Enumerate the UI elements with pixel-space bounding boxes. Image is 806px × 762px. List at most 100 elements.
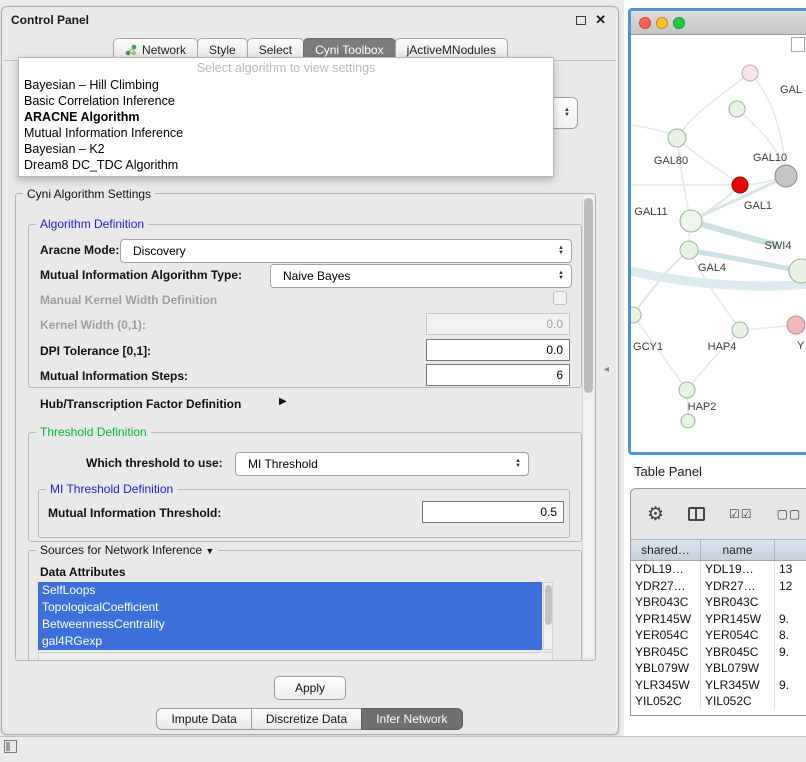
zoom-traffic-light[interactable] (673, 17, 685, 29)
table-row[interactable]: YBR043CYBR043C (631, 594, 806, 611)
network-canvas[interactable]: GAL GAL80 GAL10 GAL11 GAL1 SWI4 GAL4 GCY… (631, 35, 806, 453)
mi-type-select[interactable]: Naive Bayes ▲▼ (270, 264, 572, 288)
column-header-name[interactable]: name (701, 540, 775, 560)
settings-group-title: Cyni Algorithm Settings (23, 187, 155, 201)
popup-item[interactable]: Mutual Information Inference (19, 125, 553, 141)
network-node[interactable] (789, 259, 806, 283)
network-icon (125, 44, 137, 56)
network-node-gal4[interactable] (680, 241, 698, 259)
network-node-gal1[interactable] (680, 210, 702, 232)
node-label: GAL10 (753, 152, 787, 164)
scrollbar-corner (791, 37, 805, 52)
popup-item[interactable]: Basic Correlation Inference (19, 93, 553, 109)
gear-icon[interactable]: ⚙ (647, 505, 664, 524)
scrollbar-thumb[interactable] (584, 198, 593, 393)
network-node[interactable] (729, 101, 745, 117)
scrollbar-thumb[interactable] (545, 585, 552, 625)
popup-item[interactable]: Bayesian – K2 (19, 141, 553, 157)
column-header-shared-name[interactable]: shared… (631, 540, 701, 560)
node-label: GAL1 (744, 200, 772, 212)
tab-discretize-data[interactable]: Discretize Data (251, 708, 362, 730)
table-header: shared… name (631, 539, 806, 561)
combo-stepper-icon: ▲▼ (558, 246, 564, 256)
network-node-gal80[interactable] (668, 129, 686, 147)
table-panel-title: Table Panel (634, 464, 702, 479)
tab-label: Cyni Toolbox (315, 43, 383, 57)
apply-button[interactable]: Apply (274, 676, 346, 700)
combo-stepper-icon[interactable]: ▲▼ (564, 108, 570, 118)
network-node-hap2[interactable] (679, 382, 695, 398)
aracne-mode-select[interactable]: Discovery ▲▼ (120, 239, 572, 263)
deselect-all-icon[interactable]: ▢▢ (777, 507, 802, 521)
panel-toggle-icon[interactable] (4, 740, 17, 753)
network-graph[interactable]: GAL GAL80 GAL10 GAL11 GAL1 SWI4 GAL4 GCY… (631, 35, 806, 453)
network-window-titlebar[interactable] (631, 11, 806, 35)
table-row[interactable]: YBR045CYBR045C9. (631, 644, 806, 661)
node-label: GAL (780, 84, 802, 96)
aracne-mode-value: Discovery (133, 244, 186, 258)
mi-threshold-input[interactable]: 0.5 (422, 501, 564, 523)
node-label: GAL11 (634, 206, 667, 218)
minimize-traffic-light[interactable] (656, 17, 668, 29)
popup-item-selected[interactable]: ARACNE Algorithm (19, 109, 553, 125)
collapse-arrow-icon[interactable]: ▼ (205, 546, 214, 556)
kernel-width-input[interactable]: 0.0 (426, 313, 570, 335)
mi-steps-input[interactable]: 6 (426, 364, 570, 386)
sources-title: Sources for Network Inference ▼ (36, 543, 218, 557)
hub-section-label: Hub/Transcription Factor Definition (40, 397, 241, 411)
manual-kernel-checkbox[interactable] (553, 291, 567, 305)
network-node-gcy1[interactable] (631, 307, 641, 323)
close-traffic-light[interactable] (639, 17, 651, 29)
select-all-icon[interactable]: ☑☑ (729, 507, 753, 521)
node-label: GAL4 (698, 262, 726, 274)
network-node-hap4[interactable] (732, 322, 748, 338)
attribute-item[interactable]: BetweennessCentrality (38, 616, 542, 633)
table-row[interactable]: YER054CYER054C8. (631, 627, 806, 644)
table-row[interactable]: YBL079WYBL079W (631, 660, 806, 677)
window-title: Control Panel (11, 13, 89, 27)
attribute-item[interactable]: TopologicalCoefficient (38, 599, 542, 616)
node-label: GCY1 (633, 341, 663, 353)
mi-type-value: Naive Bayes (283, 269, 350, 283)
node-label: Y (797, 340, 805, 352)
column-header[interactable] (775, 540, 806, 560)
columns-icon[interactable] (688, 507, 705, 521)
popup-item[interactable]: Dream8 DC_TDC Algorithm (19, 157, 553, 173)
table-row[interactable]: YDL19…YDL19…13 (631, 561, 806, 578)
table-row[interactable]: YIL052CYIL052C (631, 693, 806, 710)
table-row[interactable]: YLR345WYLR345W9. (631, 677, 806, 694)
which-threshold-select[interactable]: MI Threshold ▲▼ (235, 452, 529, 476)
which-threshold-value: MI Threshold (248, 457, 318, 471)
mi-threshold-label: Mutual Information Threshold: (48, 506, 221, 520)
table-row[interactable]: YDR27…YDR27…12 (631, 578, 806, 595)
mi-steps-label: Mutual Information Steps: (40, 369, 188, 383)
attribute-list: SelfLoops TopologicalCoefficient Between… (38, 582, 542, 650)
attribute-list-scrollbar[interactable] (543, 582, 553, 650)
tab-label: jActiveMNodules (407, 43, 496, 57)
close-icon[interactable]: ✕ (595, 12, 606, 28)
network-node[interactable] (681, 414, 695, 428)
splitter-handle-icon[interactable]: ◂ (604, 364, 609, 375)
attribute-list-hscrollbar[interactable] (38, 652, 553, 661)
settings-scrollbar[interactable] (582, 196, 594, 658)
attribute-item[interactable]: gal4RGexp (38, 633, 542, 650)
algorithm-definition-title: Algorithm Definition (36, 217, 148, 231)
float-window-icon[interactable] (576, 16, 586, 25)
control-panel-window: Control Panel ✕ Network Style Select Cyn… (1, 6, 619, 735)
tab-impute-data[interactable]: Impute Data (156, 708, 251, 730)
table-panel-window: ⚙ ☑☑ ▢▢ shared… name YDL19…YDL19…13 YDR2… (630, 488, 806, 716)
table-toolbar: ⚙ ☑☑ ▢▢ (631, 489, 806, 539)
network-node[interactable] (742, 65, 758, 81)
attribute-item[interactable]: SelfLoops (38, 582, 542, 599)
dpi-tolerance-input[interactable]: 0.0 (426, 339, 570, 361)
expand-arrow-icon[interactable]: ▶ (279, 396, 287, 407)
popup-item[interactable]: Bayesian – Hill Climbing (19, 77, 553, 93)
network-node-red[interactable] (732, 177, 748, 193)
tab-infer-network[interactable]: Infer Network (361, 708, 462, 730)
tab-label: Select (259, 43, 292, 57)
table-row[interactable]: YPR145WYPR145W9. (631, 611, 806, 628)
network-node-gal10[interactable] (775, 165, 797, 187)
aracne-mode-label: Aracne Mode: (40, 243, 119, 257)
data-attributes-label: Data Attributes (40, 565, 126, 579)
network-node-pink[interactable] (787, 316, 805, 334)
